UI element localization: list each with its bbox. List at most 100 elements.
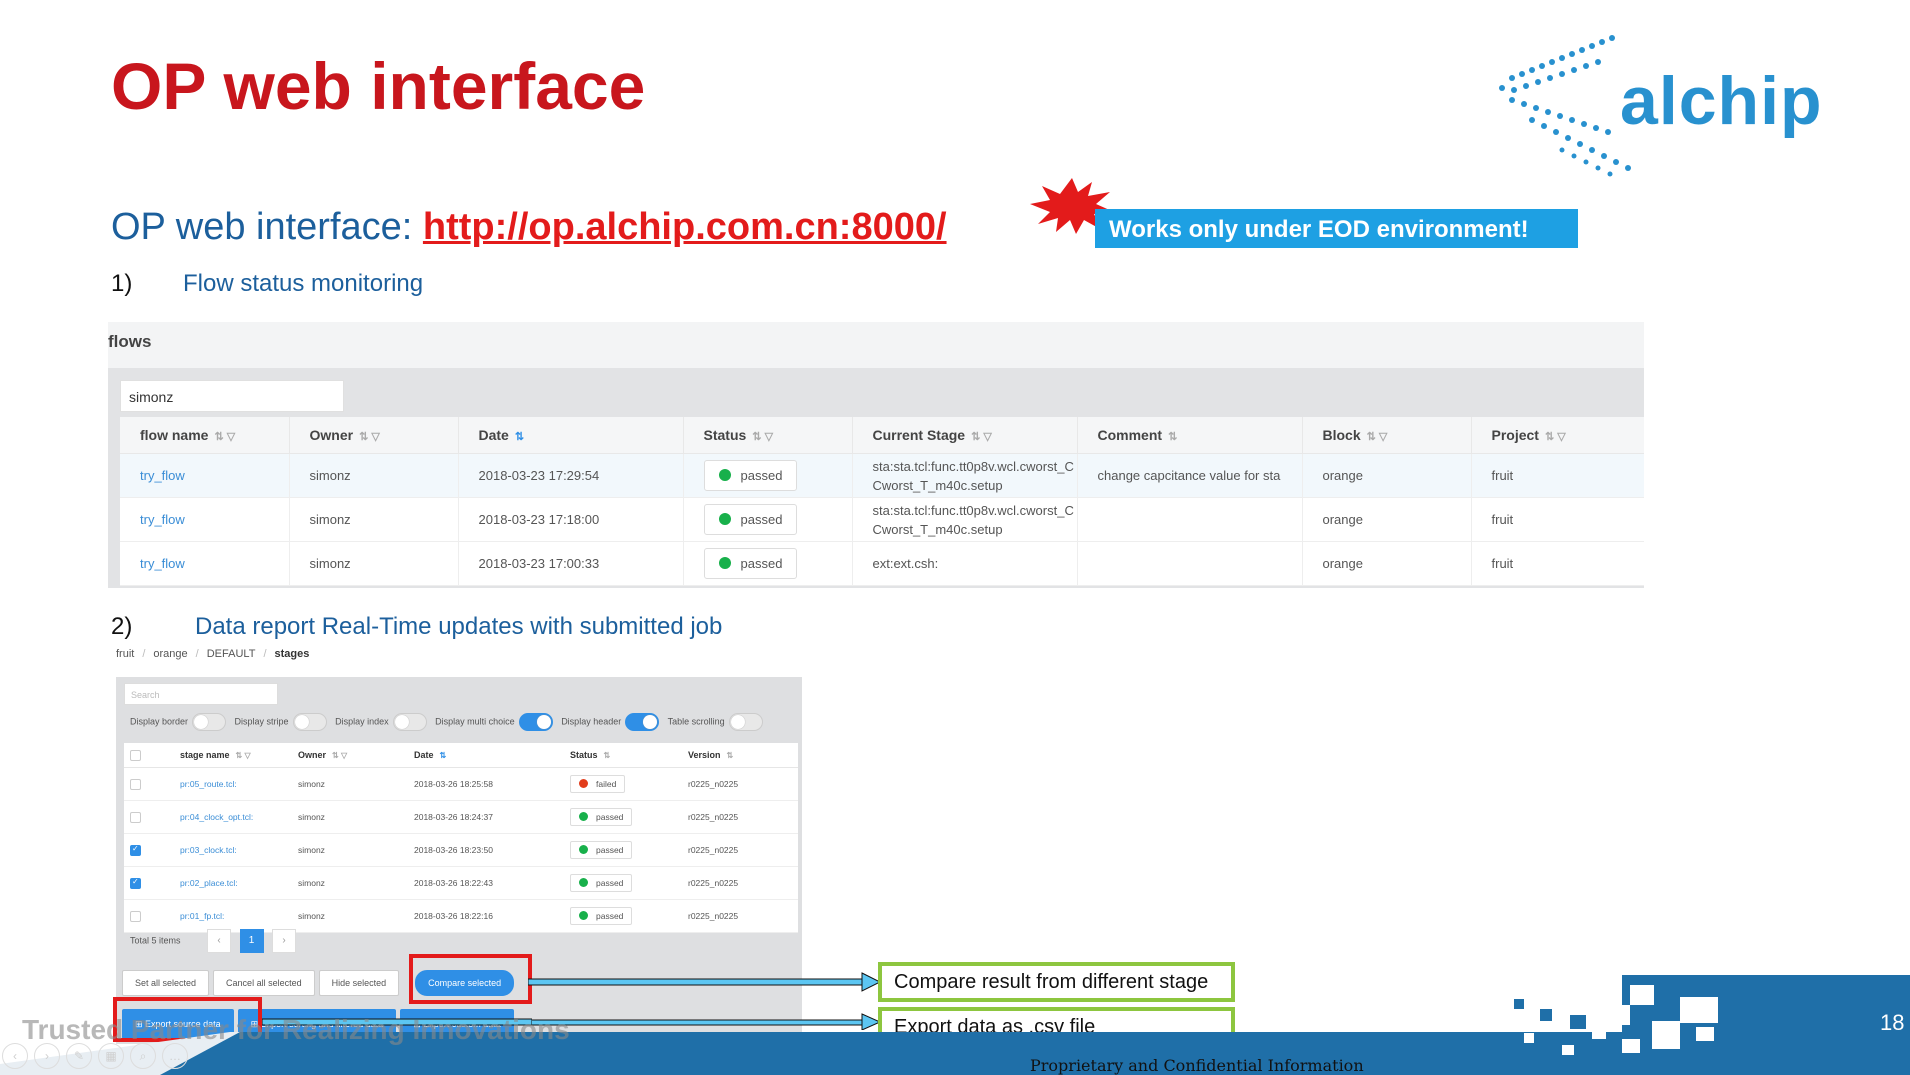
row-checkbox[interactable] <box>124 767 174 801</box>
col-block[interactable]: Block ⇅ ▽ <box>1302 417 1472 454</box>
sort-filter-icon[interactable]: ⇅ ▽ <box>1367 431 1388 443</box>
status-dot-icon <box>579 812 588 821</box>
sort-filter-icon[interactable]: ⇅ ▽ <box>214 431 235 443</box>
display-stripe-toggle[interactable] <box>292 713 327 731</box>
checkbox-icon[interactable] <box>130 749 141 761</box>
table-scrolling-toggle[interactable] <box>728 713 763 731</box>
row-checkbox[interactable] <box>124 800 174 834</box>
col-date[interactable]: Date ⇅ <box>408 743 564 768</box>
status-badge: passed <box>570 907 633 925</box>
sort-icon[interactable]: ⇅ <box>440 751 447 760</box>
checkbox-checked-icon[interactable] <box>130 844 141 856</box>
owner-cell: simonz <box>292 833 408 867</box>
status-dot-icon <box>579 911 588 920</box>
stage-name-link[interactable]: pr:04_clock_opt.tcl: <box>174 800 292 834</box>
checkbox-icon[interactable] <box>130 778 141 790</box>
flows-panel-title: flows <box>108 332 152 351</box>
col-flow-name[interactable]: flow name ⇅ ▽ <box>120 417 290 454</box>
flow-name-link[interactable]: try_flow <box>120 453 290 498</box>
display-header-toggle[interactable] <box>625 713 660 731</box>
col-status[interactable]: Status ⇅ ▽ <box>683 417 853 454</box>
checkbox-checked-icon[interactable] <box>130 877 141 889</box>
sort-filter-icon[interactable]: ⇅ ▽ <box>236 751 251 760</box>
table-row[interactable]: try_flow simonz 2018-03-23 17:00:33 pass… <box>120 541 1644 586</box>
status-cell: passed <box>683 453 853 498</box>
sort-filter-icon[interactable]: ⇅ ▽ <box>332 751 347 760</box>
slides-grid-icon[interactable]: ▦ <box>98 1043 124 1069</box>
stage-name-link[interactable]: pr:05_route.tcl: <box>174 767 292 801</box>
cancel-all-selected-button[interactable]: Cancel all selected <box>213 970 315 996</box>
stage-name-link[interactable]: pr:01_fp.tcl: <box>174 899 292 933</box>
sort-filter-icon[interactable]: ⇅ ▽ <box>971 431 992 443</box>
col-comment[interactable]: Comment ⇅ <box>1077 417 1303 454</box>
set-all-selected-button[interactable]: Set all selected <box>122 970 210 996</box>
op-url-link[interactable]: http://op.alchip.com.cn:8000/ <box>423 206 947 248</box>
checkbox-icon[interactable] <box>130 811 141 823</box>
col-date[interactable]: Date ⇅ <box>458 417 684 454</box>
prev-slide-icon[interactable]: ‹ <box>2 1043 28 1069</box>
col-stage-name[interactable]: stage name ⇅ ▽ <box>174 743 292 768</box>
col-project[interactable]: Project ⇅ ▽ <box>1471 417 1644 454</box>
hide-selected-button[interactable]: Hide selected <box>318 970 400 996</box>
current-stage-cell: sta:sta.tcl:func.tt0p8v.wcl.cworst_CCwor… <box>852 453 1078 498</box>
table-row[interactable]: pr:04_clock_opt.tcl: simonz 2018-03-26 1… <box>124 800 798 834</box>
page-button-current[interactable]: 1 <box>239 929 264 953</box>
version-cell: r0225_n0225 <box>682 866 798 900</box>
flows-search-input[interactable]: simonz <box>120 380 344 412</box>
col-owner[interactable]: Owner ⇅ ▽ <box>289 417 459 454</box>
display-multi-choice-toggle[interactable] <box>518 713 553 731</box>
table-row[interactable]: pr:01_fp.tcl: simonz 2018-03-26 18:22:16… <box>124 899 798 933</box>
sort-filter-icon[interactable]: ⇅ ▽ <box>752 431 773 443</box>
sort-icon[interactable]: ⇅ <box>604 751 611 760</box>
display-border-toggle[interactable] <box>192 713 227 731</box>
flow-name-link[interactable]: try_flow <box>120 497 290 542</box>
status-cell: passed <box>564 866 682 900</box>
status-cell: failed <box>564 767 682 801</box>
table-row[interactable]: try_flow simonz 2018-03-23 17:29:54 pass… <box>120 453 1644 498</box>
prev-page-button[interactable]: ‹ <box>207 929 232 953</box>
pen-icon[interactable]: ✎ <box>66 1043 92 1069</box>
row-checkbox[interactable] <box>124 833 174 867</box>
table-row[interactable]: pr:03_clock.tcl: simonz 2018-03-26 18:23… <box>124 833 798 867</box>
step2-number: 2) <box>111 613 133 640</box>
next-page-button[interactable]: › <box>272 929 297 953</box>
date-cell: 2018-03-23 17:00:33 <box>458 541 684 586</box>
table-row[interactable]: try_flow simonz 2018-03-23 17:18:00 pass… <box>120 497 1644 542</box>
row-checkbox[interactable] <box>124 899 174 933</box>
step1-text: Flow status monitoring <box>183 270 424 297</box>
stages-search-input[interactable]: Search <box>124 683 278 705</box>
status-badge: passed <box>703 460 798 491</box>
slide-nav-controls: ‹ › ✎ ▦ ⌕… <box>2 1040 194 1069</box>
breadcrumb-item-project[interactable]: fruit <box>116 648 134 660</box>
breadcrumb-item-block[interactable]: orange <box>153 648 187 660</box>
table-row[interactable]: pr:05_route.tcl: simonz 2018-03-26 18:25… <box>124 767 798 801</box>
confidential-notice: Proprietary and Confidential Information <box>1030 1056 1364 1075</box>
zoom-icon[interactable]: ⌕ <box>130 1043 156 1069</box>
sort-icon[interactable]: ⇅ <box>515 431 524 443</box>
col-version[interactable]: Version ⇅ <box>682 743 798 768</box>
date-cell: 2018-03-23 17:18:00 <box>458 497 684 542</box>
table-row[interactable]: pr:02_place.tcl: simonz 2018-03-26 18:22… <box>124 866 798 900</box>
status-badge: passed <box>703 548 798 579</box>
stage-name-link[interactable]: pr:02_place.tcl: <box>174 866 292 900</box>
sort-filter-icon[interactable]: ⇅ ▽ <box>1545 431 1566 443</box>
flow-name-link[interactable]: try_flow <box>120 541 290 586</box>
status-cell: passed <box>683 497 853 542</box>
owner-cell: simonz <box>289 453 459 498</box>
col-owner[interactable]: Owner ⇅ ▽ <box>292 743 408 768</box>
stage-name-link[interactable]: pr:03_clock.tcl: <box>174 833 292 867</box>
more-options-icon[interactable]: … <box>162 1043 188 1069</box>
sort-icon[interactable]: ⇅ <box>1168 431 1177 443</box>
breadcrumb-item-flow[interactable]: DEFAULT <box>207 648 256 660</box>
checkbox-icon[interactable] <box>130 910 141 922</box>
display-index-toggle[interactable] <box>392 713 427 731</box>
row-checkbox[interactable] <box>124 866 174 900</box>
sort-icon[interactable]: ⇅ <box>727 751 734 760</box>
col-current-stage[interactable]: Current Stage ⇅ ▽ <box>852 417 1078 454</box>
sort-filter-icon[interactable]: ⇅ ▽ <box>359 431 380 443</box>
select-all-checkbox[interactable] <box>124 743 174 768</box>
stages-table: stage name ⇅ ▽ Owner ⇅ ▽ Date ⇅ Status ⇅ Ver… <box>124 743 798 933</box>
col-status[interactable]: Status ⇅ <box>564 743 682 768</box>
version-cell: r0225_n0225 <box>682 833 798 867</box>
next-slide-icon[interactable]: › <box>34 1043 60 1069</box>
